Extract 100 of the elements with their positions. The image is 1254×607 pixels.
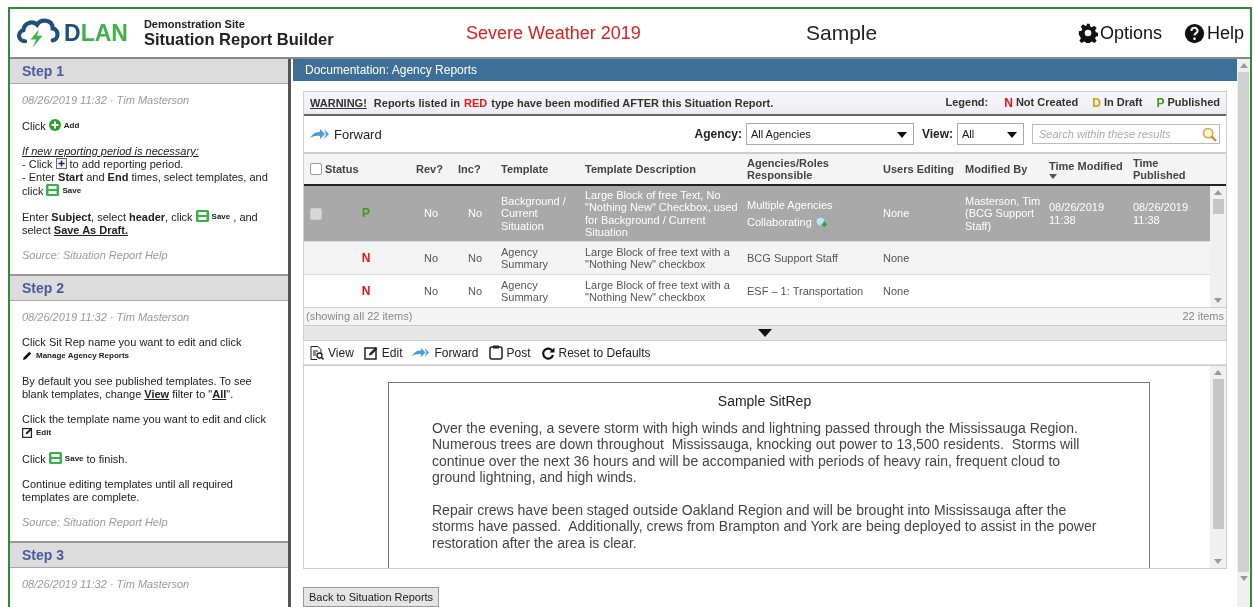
- instruction-note: If new reporting period is necessary:: [22, 145, 199, 157]
- document-paragraph: Over the evening, a severe storm with high winds and lightning passed through the Mississauga Region. Numerous trees are down throughout Mississauga, knocking out power to 13,500 residents. Storms will continue over the next 36 hours and will be accompanied with periods of heavy rain, frequent cloud to ground lightning, and high winds.: [432, 419, 1081, 486]
- legend-status-letter: D: [1092, 96, 1101, 110]
- instruction-text: - Enter Start and End times, select templates, and: [22, 171, 268, 183]
- column-header[interactable]: Template Description: [582, 154, 744, 184]
- help-link[interactable]: Help: [1183, 22, 1244, 44]
- forward-button[interactable]: Forward: [310, 126, 382, 142]
- plus-box-icon: [55, 158, 67, 169]
- logo-text: DLAN: [64, 19, 128, 47]
- table-row[interactable]: N No No Agency Summary Large Block of free text with a "Nothing New" checkbox BCG Support Staff None: [304, 242, 1210, 275]
- document-search-icon: [310, 345, 324, 360]
- dropdown-arrow-icon: [896, 132, 907, 138]
- column-header[interactable]: Template: [498, 154, 582, 184]
- refresh-icon: [540, 345, 555, 360]
- scroll-up-icon[interactable]: [1214, 370, 1222, 375]
- search-field[interactable]: Search within these results: [1032, 124, 1220, 144]
- event-title: Severe Weather 2019: [466, 22, 642, 44]
- column-header[interactable]: Inc?: [452, 154, 498, 184]
- step-date: 08/26/2019 11:32 · Tim Masterson: [22, 578, 191, 591]
- table-cell-text: Large Block of free Text, No "Nothing New" Checkbox, used for Background / Current Situation: [585, 188, 739, 239]
- column-header[interactable]: Modified By: [962, 154, 1046, 184]
- panel-splitter[interactable]: [304, 325, 1226, 340]
- scroll-up-icon[interactable]: [1214, 190, 1222, 195]
- save-icon: [195, 210, 209, 222]
- legend-text: Published: [1167, 96, 1220, 110]
- table-cell-text: Large Block of free text with a "Nothing New" checkbox: [585, 278, 731, 304]
- add-icon: [48, 119, 61, 131]
- scroll-down-icon[interactable]: [1239, 576, 1248, 581]
- legend-status-letter: N: [1004, 96, 1013, 110]
- table-cell-text: Agency Summary: [501, 278, 550, 304]
- scrollbar[interactable]: [1237, 59, 1250, 607]
- instruction-text: Enter Subject, select header, click: [22, 211, 193, 223]
- scroll-thumb[interactable]: [1212, 199, 1224, 214]
- column-header[interactable]: Users Editing: [880, 154, 962, 184]
- edit-button[interactable]: Edit: [363, 345, 403, 360]
- button-label: Edit: [36, 428, 52, 437]
- table-cell-text: 08/26/2019 11:38: [1133, 201, 1190, 226]
- scroll-down-icon[interactable]: [1214, 559, 1222, 564]
- instruction-text: Click the template name you want to edit and click: [22, 413, 266, 425]
- scroll-down-icon[interactable]: [1214, 298, 1222, 303]
- scroll-thumb[interactable]: [1212, 379, 1224, 529]
- settings-icon: [1077, 23, 1098, 43]
- scrollbar[interactable]: [1210, 366, 1226, 568]
- post-button[interactable]: Post: [488, 345, 531, 360]
- edit-icon: [363, 345, 378, 360]
- table-cell: No: [467, 284, 483, 298]
- report-title: Sample: [806, 21, 879, 45]
- table-cell: No: [423, 251, 439, 265]
- warning-highlight: RED: [464, 97, 488, 109]
- document-paragraph: Repair crews have been staged outside Oakland Region and will be brought into Mississauga after the storms have passed. Additionally, crews from Brampton and York are being deployed to assist in the power restoration after the area is clear.: [432, 501, 1097, 551]
- table-cell: ESF – 1: Transportation: [747, 284, 864, 297]
- agency-label: Agency:: [694, 127, 742, 141]
- legend-text: Not Created: [1015, 96, 1079, 110]
- table-row[interactable]: [304, 186, 1210, 242]
- help-icon: [1183, 22, 1205, 44]
- back-button[interactable]: Back to Situation Reports: [303, 587, 440, 607]
- column-header[interactable]: Time Published: [1130, 154, 1210, 184]
- table-cell: BCG Support Staff: [747, 251, 838, 264]
- clipboard-icon: [488, 345, 503, 360]
- table-cell-text: Background / Current Situation: [501, 194, 567, 233]
- source-note: Source: Situation Report Help: [22, 249, 169, 262]
- instruction-text: Click: [22, 453, 46, 465]
- step-date: 08/26/2019 11:32 · Tim Masterson: [22, 94, 191, 107]
- instruction-text: to add reporting period.: [69, 158, 184, 170]
- view-button[interactable]: View: [310, 345, 354, 360]
- cloud-bolt-logo-icon: [16, 17, 60, 49]
- select-all-checkbox[interactable]: [310, 163, 322, 175]
- section-title-bar: Documentation: Agency Reports: [293, 59, 1237, 81]
- table-cell: No: [423, 207, 439, 220]
- reset-button[interactable]: Reset to Defaults: [540, 345, 651, 360]
- legend-text: In Draft: [1103, 96, 1143, 110]
- view-dropdown[interactable]: All: [957, 123, 1024, 145]
- status-letter: N: [361, 284, 371, 298]
- column-header[interactable]: Status: [322, 154, 410, 184]
- scroll-up-icon[interactable]: [1239, 63, 1248, 68]
- pencil-icon: [22, 350, 33, 361]
- legend-status-letter: P: [1156, 96, 1165, 110]
- instruction-text: Click: [22, 120, 46, 132]
- step-header[interactable]: Step 3: [10, 541, 288, 568]
- dropdown-arrow-icon: [1007, 132, 1017, 138]
- column-header[interactable]: Rev?: [410, 154, 452, 184]
- table-cell-text: 08/26/2019 11:38: [1049, 201, 1106, 226]
- button-label: Save: [211, 212, 231, 221]
- step-header[interactable]: Step 1: [10, 59, 288, 84]
- agency-dropdown[interactable]: All Agencies: [745, 123, 914, 145]
- row-checkbox[interactable]: [310, 207, 322, 220]
- table-cell-text: Large Block of free text with a "Nothing New" checkbox: [585, 245, 731, 271]
- column-header[interactable]: Agencies/Roles Responsible: [744, 154, 880, 184]
- scroll-thumb[interactable]: [1238, 72, 1249, 572]
- site-name: Demonstration Site: [143, 17, 246, 30]
- legend-label: Legend:: [945, 96, 989, 110]
- table-cell: None: [883, 284, 910, 298]
- options-link[interactable]: Options: [1077, 22, 1162, 44]
- scrollbar[interactable]: [1210, 186, 1226, 307]
- step-header[interactable]: Step 2: [10, 274, 288, 301]
- instruction-text: , and: [233, 211, 258, 223]
- source-note: Source: Situation Report Help: [22, 516, 169, 529]
- column-header[interactable]: Time Modified: [1046, 154, 1130, 184]
- table-cell-text: Masterson, Tim (BCG Support Staff): [965, 194, 1042, 233]
- forward-button[interactable]: Forward: [412, 345, 479, 360]
